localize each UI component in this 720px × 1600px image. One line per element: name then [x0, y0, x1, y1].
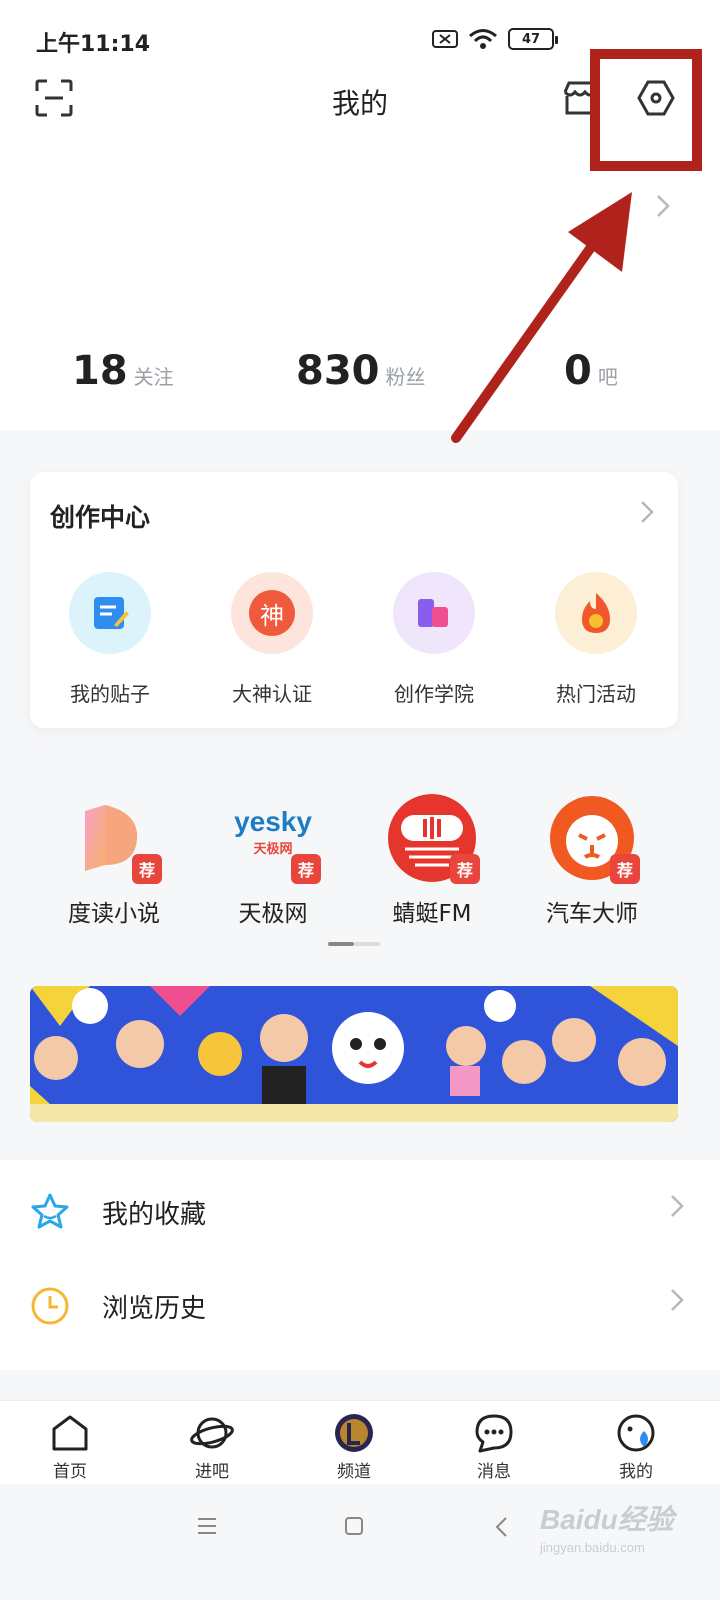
- annotation-overlay: [451, 49, 702, 443]
